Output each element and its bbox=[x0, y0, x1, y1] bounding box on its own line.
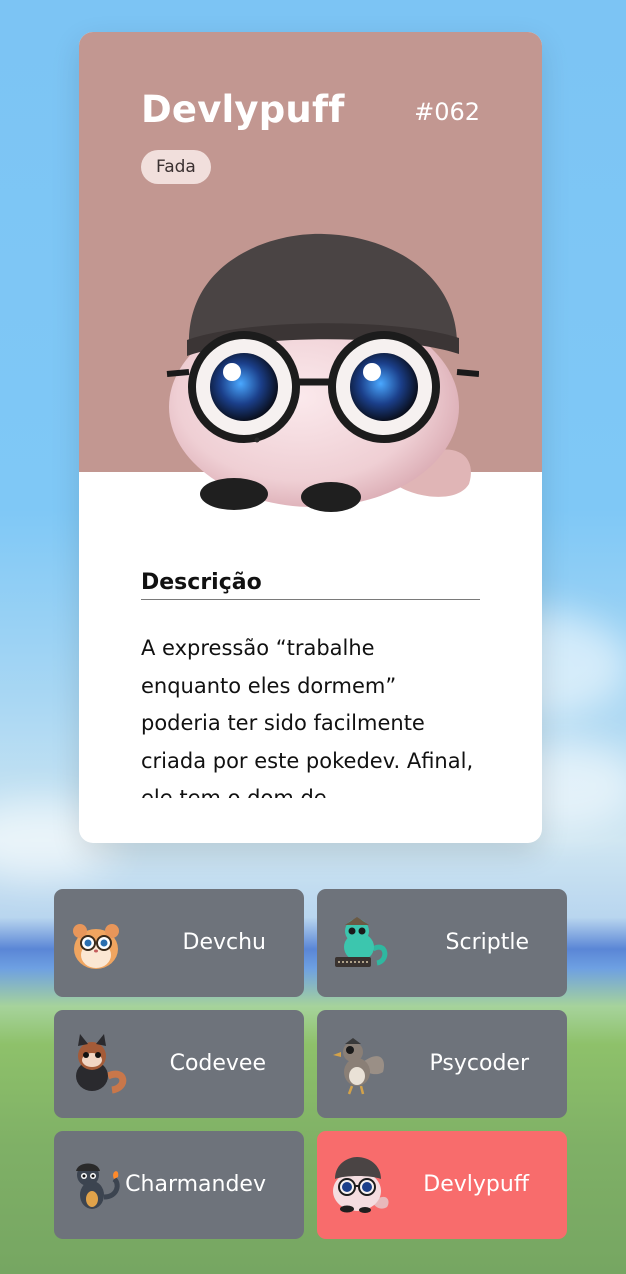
devchu-label: Devchu bbox=[182, 930, 266, 955]
codevee-label: Codevee bbox=[169, 1051, 266, 1076]
devchu-hamster-icon bbox=[73, 924, 119, 969]
type-badge: Fada bbox=[141, 150, 211, 184]
scriptle-label: Scriptle bbox=[445, 930, 529, 955]
select-devchu-button[interactable]: Devchu bbox=[54, 889, 304, 997]
description-text: A expressão “trabalhe enquanto eles dorm… bbox=[141, 636, 474, 798]
select-psycoder-button[interactable]: Psycoder bbox=[317, 1010, 567, 1118]
codevee-fox-icon bbox=[76, 1034, 127, 1094]
pokemon-card: Devlypuff #062 Fada Descrição A expressã… bbox=[79, 32, 542, 843]
devlypuff-creature-icon bbox=[166, 233, 479, 512]
devlypuff-puff-icon bbox=[333, 1157, 389, 1213]
scriptle-dragon-icon bbox=[335, 917, 388, 967]
devlypuff-label: Devlypuff bbox=[423, 1172, 529, 1197]
pokemon-selector: Devchu Scriptle Codevee Psycoder Charman… bbox=[54, 889, 567, 1239]
description-title: Descrição bbox=[141, 570, 480, 600]
psycoder-duck-icon bbox=[333, 1038, 385, 1095]
pokemon-number: #062 bbox=[414, 98, 480, 126]
select-codevee-button[interactable]: Codevee bbox=[54, 1010, 304, 1118]
charmandev-label: Charmandev bbox=[125, 1172, 266, 1197]
pokemon-name: Devlypuff bbox=[141, 88, 345, 131]
select-charmandev-button[interactable]: Charmandev bbox=[54, 1131, 304, 1239]
psycoder-label: Psycoder bbox=[429, 1051, 529, 1076]
charmandev-lizard-icon bbox=[76, 1163, 120, 1209]
select-scriptle-button[interactable]: Scriptle bbox=[317, 889, 567, 997]
select-devlypuff-button[interactable]: Devlypuff bbox=[317, 1131, 567, 1239]
